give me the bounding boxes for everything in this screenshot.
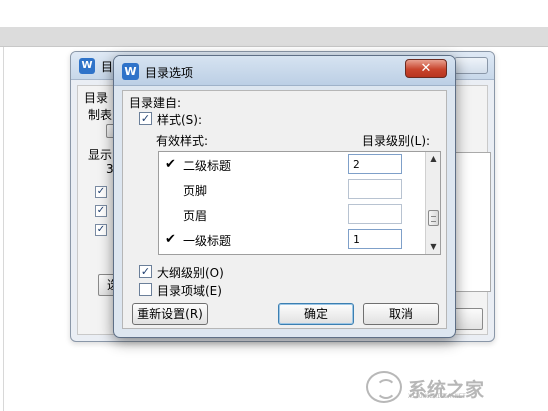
reset-button[interactable]: 重新设置(R) <box>132 303 208 325</box>
outline-level-label: 大纲级别(O) <box>157 266 224 280</box>
styles-list-scrollbar[interactable]: ▲ ▼ <box>425 152 440 254</box>
style-row-heading-1[interactable]: ✔ 一级标题 1 <box>159 227 423 252</box>
check-mark-icon: ✔ <box>165 157 176 172</box>
style-row-heading-2[interactable]: ✔ 二级标题 2 <box>159 152 423 177</box>
toc-fields-label: 目录项域(E) <box>157 284 222 298</box>
toc-level-input[interactable] <box>348 179 402 199</box>
dialog-title-bar: W 目录选项 ✕ <box>114 56 455 86</box>
styles-checkbox[interactable]: ✓ <box>139 112 152 125</box>
style-row-footer[interactable]: 页脚 <box>159 177 423 202</box>
watermark-logo-icon <box>366 371 402 403</box>
style-name: 页脚 <box>183 184 208 198</box>
background-dialog-title: 目 <box>101 60 114 74</box>
background-dialog-close-button[interactable] <box>454 57 488 74</box>
style-row-header[interactable]: 页眉 <box>159 202 423 227</box>
check-mark-icon: ✔ <box>165 232 176 247</box>
watermark-subtext: XITONGZHIJIA.NET <box>408 393 466 400</box>
page-edge-line <box>3 47 4 411</box>
available-styles-header: 有效样式: <box>156 134 209 148</box>
style-name: 一级标题 <box>183 234 232 248</box>
wps-logo-icon: W <box>122 63 139 80</box>
style-name: 页眉 <box>183 209 208 223</box>
toc-options-dialog: W 目录选项 ✕ 目录建自: ✓ 样式(S): 有效样式: 目录级别(L): ✔… <box>113 55 456 338</box>
outline-level-checkbox[interactable]: ✓ <box>139 265 152 278</box>
scroll-thumb[interactable] <box>428 210 439 226</box>
toc-level-header: 目录级别(L): <box>362 134 431 148</box>
background-label-1: 目录 <box>84 91 109 105</box>
toc-fields-checkbox[interactable] <box>139 283 152 296</box>
scroll-down-icon[interactable]: ▼ <box>426 240 440 254</box>
background-checkbox-3[interactable]: ✓ <box>95 224 107 236</box>
background-label-2: 制表 <box>88 108 113 122</box>
style-name: 二级标题 <box>183 159 232 173</box>
wps-logo-icon: W <box>79 58 95 74</box>
styles-checkbox-label: 样式(S): <box>157 113 203 127</box>
app-toolbar-strip <box>0 27 548 47</box>
background-checkbox-2[interactable]: ✓ <box>95 205 107 217</box>
toc-level-input[interactable]: 2 <box>348 154 402 174</box>
toc-level-input[interactable] <box>348 204 402 224</box>
toc-level-input[interactable]: 1 <box>348 229 402 249</box>
build-from-label: 目录建自: <box>129 96 182 110</box>
ok-button[interactable]: 确定 <box>278 303 354 325</box>
background-checkbox-1[interactable]: ✓ <box>95 186 107 198</box>
site-watermark: 系统之家 XITONGZHIJIA.NET <box>366 369 542 405</box>
scroll-up-icon[interactable]: ▲ <box>426 152 440 166</box>
close-icon: ✕ <box>420 61 432 76</box>
dialog-client-area: 目录建自: ✓ 样式(S): 有效样式: 目录级别(L): ✔ 二级标题 2 页… <box>122 90 447 329</box>
background-label-3: 显示 <box>88 148 113 162</box>
dialog-title: 目录选项 <box>145 66 194 80</box>
cancel-button[interactable]: 取消 <box>363 303 439 325</box>
close-button[interactable]: ✕ <box>405 59 447 78</box>
styles-list: ✔ 二级标题 2 页脚 页眉 ✔ 一级标题 1 ▲ ▼ <box>158 151 441 255</box>
